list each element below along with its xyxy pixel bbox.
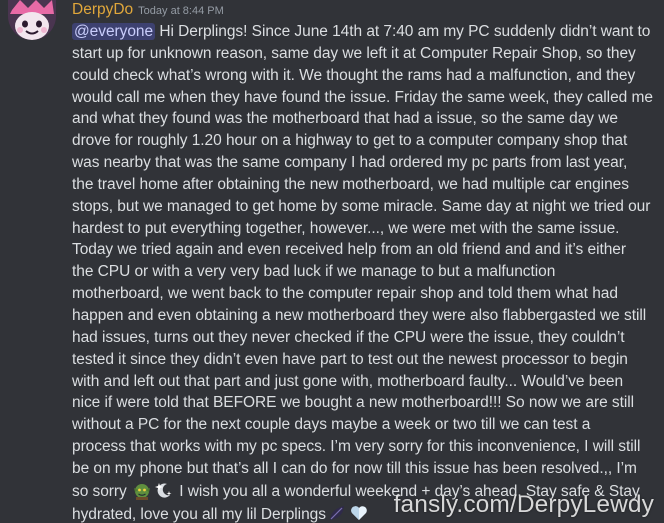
message-line: start up for unknown reason, same day we… (72, 44, 636, 62)
goblin-emoji-icon[interactable] (132, 480, 152, 500)
message-header: DerpyDo Today at 8:44 PM (72, 1, 224, 21)
message-line: nice if were told that BEFORE we bought … (72, 394, 635, 412)
everyone-mention[interactable]: @everyone (72, 23, 156, 40)
message-line: @everyone Hi Derplings! Since June 14th … (72, 21, 650, 43)
timestamp[interactable]: Today at 8:44 PM (138, 5, 224, 17)
message-line: and what they found was the motherboard … (72, 110, 618, 128)
message-line: happen and even obtaining a new motherbo… (72, 306, 647, 324)
message-line: had issues, turns out they never checked… (72, 328, 625, 346)
message-content: @everyone Hi Derplings! Since June 14th … (72, 21, 653, 523)
message-line-text: so sorry (72, 482, 131, 500)
message-line: be on my phone but that’s all I can do f… (72, 459, 637, 477)
leaf-emoji-icon[interactable] (327, 503, 347, 523)
message-line-text: hydrated, love you all my lil Derplings (72, 505, 326, 523)
message-line: could check what’s wrong with it. We tho… (72, 66, 636, 84)
watermark: fansly.com/DerpyLewdy (393, 491, 654, 518)
message-line: motherboard, we went back to the compute… (72, 285, 618, 303)
sparkle-moon-emoji-icon[interactable] (154, 480, 174, 500)
message-line: drove for roughly 1.20 hour on a highway… (72, 132, 628, 150)
message-line: was nearby that was the same company I h… (72, 154, 628, 172)
message-line: process that works with my pc specs. I’m… (72, 438, 641, 456)
message-line: tested it since they didn’t even have pa… (72, 350, 628, 368)
white-heart-emoji-icon[interactable] (349, 503, 369, 523)
username[interactable]: DerpyDo (72, 1, 133, 18)
message-line: with and left out that part and just gon… (72, 372, 624, 390)
message-line: stops, but we managed to get home by som… (72, 197, 651, 215)
message-line: the CPU or with a very very bad luck if … (72, 263, 556, 281)
chat-message: DerpyDo Today at 8:44 PM @everyone Hi Der… (0, 0, 664, 523)
message-line: hardest to put everything together, howe… (72, 219, 620, 237)
message-line: without a PC for the next couple days ma… (72, 416, 591, 434)
message-line-text: Hi Derplings! Since June 14th at 7:40 am… (155, 23, 651, 40)
message-line: the travel home after obtaining the new … (72, 175, 629, 193)
avatar[interactable] (8, 0, 56, 40)
message-line: Today we tried again and even received h… (72, 241, 626, 259)
message-line: would call me when they have found the i… (72, 88, 653, 106)
